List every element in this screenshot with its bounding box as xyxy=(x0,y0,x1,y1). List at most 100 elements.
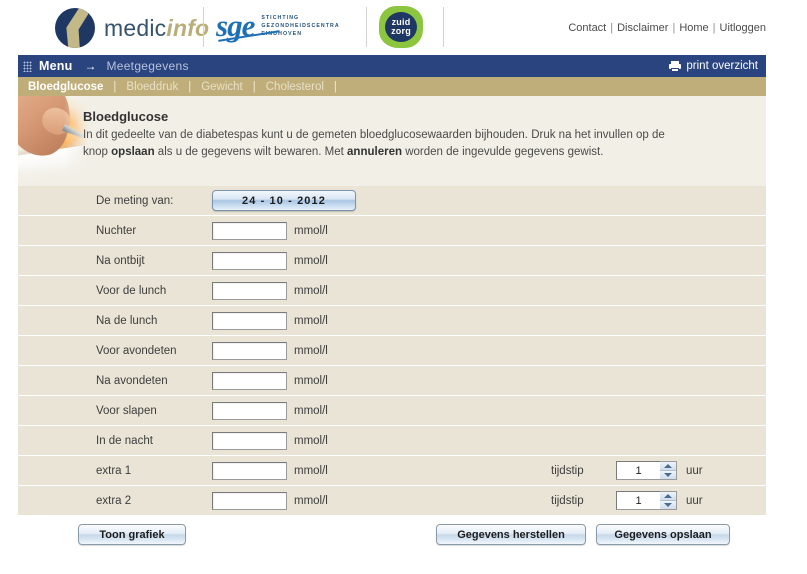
label-voor-de-lunch: Voor de lunch xyxy=(96,284,167,297)
header-link-contact[interactable]: Contact xyxy=(568,22,606,34)
menu-button[interactable]: Menu xyxy=(39,59,72,73)
measurement-rows: De meting van: 24 - 10 - 2012 Nuchter mm… xyxy=(18,186,766,516)
date-picker-button[interactable]: 24 - 10 - 2012 xyxy=(212,190,356,211)
tab-separator-4: | xyxy=(333,80,337,93)
field-voor-slapen xyxy=(212,401,287,420)
input-nuchter[interactable] xyxy=(212,222,287,240)
header-link-sep-1: | xyxy=(610,22,614,34)
unit-voor-slapen: mmol/l xyxy=(294,404,328,417)
stepper-tijdstip-extra-1 xyxy=(616,461,677,480)
input-tijdstip-extra-2[interactable] xyxy=(616,491,660,510)
unit-na-de-lunch: mmol/l xyxy=(294,314,328,327)
lancet-photo xyxy=(18,96,90,186)
label-in-de-nacht: In de nacht xyxy=(96,434,153,447)
input-na-de-lunch[interactable] xyxy=(212,312,287,330)
printer-icon xyxy=(669,60,682,72)
unit-na-avondeten: mmol/l xyxy=(294,374,328,387)
intro-text-part2: als u de gegevens wilt bewaren. Met xyxy=(154,145,348,158)
print-overview-label: print overzicht xyxy=(686,60,758,72)
print-overview-button[interactable]: print overzicht xyxy=(669,60,758,72)
stepper-up-extra-1[interactable] xyxy=(660,462,676,471)
stepper-up-extra-2[interactable] xyxy=(660,492,676,501)
field-extra-1 xyxy=(212,461,287,480)
field-na-avondeten xyxy=(212,371,287,390)
sge-subtitle: STICHTING GEZONDHEIDSCENTRA EINDHOVEN xyxy=(261,14,339,38)
input-na-avondeten[interactable] xyxy=(212,372,287,390)
tab-cholesterol[interactable]: Cholesterol xyxy=(256,81,334,93)
label-extra-2: extra 2 xyxy=(96,494,132,507)
row-voor-slapen: Voor slapen mmol/l xyxy=(18,396,766,426)
label-voor-avondeten: Voor avondeten xyxy=(96,344,177,357)
unit-voor-avondeten: mmol/l xyxy=(294,344,328,357)
field-voor-de-lunch xyxy=(212,281,287,300)
input-tijdstip-extra-1[interactable] xyxy=(616,461,660,480)
input-voor-slapen[interactable] xyxy=(212,402,287,420)
stepper-down-extra-2[interactable] xyxy=(660,501,676,509)
header-link-disclaimer[interactable]: Disclaimer xyxy=(617,22,668,34)
intro-panel: Bloedglucose In dit gedeelte van de diab… xyxy=(18,96,766,186)
row-nuchter: Nuchter mmol/l xyxy=(18,216,766,246)
header-link-home[interactable]: Home xyxy=(679,22,708,34)
row-de-meting-van: De meting van: 24 - 10 - 2012 xyxy=(18,186,766,216)
label-tijdstip-extra-2: tijdstip xyxy=(551,494,584,507)
input-in-de-nacht[interactable] xyxy=(212,432,287,450)
logo-divider-3 xyxy=(443,7,444,47)
logo-medicinfo[interactable]: medicinfo xyxy=(55,8,209,48)
row-na-de-lunch: Na de lunch mmol/l xyxy=(18,306,766,336)
sge-wordmark: sge xyxy=(216,8,255,43)
drag-grip-icon[interactable] xyxy=(23,60,32,72)
medicinfo-mark-icon xyxy=(55,8,95,48)
tab-bloedglucose[interactable]: Bloedglucose xyxy=(18,81,113,93)
form-actions: Toon grafiek Gegevens herstellen Gegeven… xyxy=(18,516,766,556)
application-page: medicinfo sge STICHTING GEZONDHEIDSCENTR… xyxy=(0,0,807,574)
show-graph-button[interactable]: Toon grafiek xyxy=(78,524,186,545)
content-area: Bloedglucose In dit gedeelte van de diab… xyxy=(18,96,766,558)
restore-data-button[interactable]: Gegevens herstellen xyxy=(436,524,586,545)
input-voor-avondeten[interactable] xyxy=(212,342,287,360)
logo-zuidzorg[interactable]: zuid zorg xyxy=(379,6,423,48)
label-tijdstip-extra-1: tijdstip xyxy=(551,464,584,477)
row-extra-1: extra 1 mmol/l tijdstip uur xyxy=(18,456,766,486)
input-na-ontbijt[interactable] xyxy=(212,252,287,270)
stepper-tijdstip-extra-2 xyxy=(616,491,677,510)
breadcrumb-meetgegevens[interactable]: Meetgegevens xyxy=(106,59,188,73)
label-nuchter: Nuchter xyxy=(96,224,137,237)
intro-bold-opslaan: opslaan xyxy=(111,145,155,158)
intro-description: In dit gedeelte van de diabetespas kunt … xyxy=(83,127,676,160)
input-extra-1[interactable] xyxy=(212,462,287,480)
input-extra-2[interactable] xyxy=(212,492,287,510)
page-title: Bloedglucose xyxy=(83,109,169,124)
stepper-down-extra-1[interactable] xyxy=(660,471,676,479)
header-links: Contact | Disclaimer | Home | Uitloggen xyxy=(568,22,766,34)
medicinfo-wordmark: medicinfo xyxy=(104,15,209,42)
logo-divider-1 xyxy=(203,7,204,47)
field-nuchter xyxy=(212,221,287,240)
medicinfo-word-main: medic xyxy=(104,14,167,41)
tab-bloeddruk[interactable]: Bloeddruk xyxy=(116,81,188,93)
header-link-sep-3: | xyxy=(712,22,716,34)
arrow-right-icon: → xyxy=(84,59,97,73)
stepper-buttons-extra-2 xyxy=(660,491,677,510)
tab-gewicht[interactable]: Gewicht xyxy=(191,81,253,93)
input-voor-de-lunch[interactable] xyxy=(212,282,287,300)
sge-subtitle-line1: STICHTING xyxy=(261,14,300,21)
row-extra-2: extra 2 mmol/l tijdstip uur xyxy=(18,486,766,516)
logo-sge[interactable]: sge STICHTING GEZONDHEIDSCENTRA EINDHOVE… xyxy=(216,10,340,41)
field-na-ontbijt xyxy=(212,251,287,270)
label-na-avondeten: Na avondeten xyxy=(96,374,168,387)
label-uur-extra-1: uur xyxy=(686,464,703,477)
intro-text: Bloedglucose In dit gedeelte van de diab… xyxy=(83,109,676,160)
zuidzorg-line2: zorg xyxy=(391,26,411,36)
header-link-uitloggen[interactable]: Uitloggen xyxy=(720,22,766,34)
save-data-button[interactable]: Gegevens opslaan xyxy=(596,524,730,545)
label-de-meting-van: De meting van: xyxy=(96,194,174,207)
unit-voor-de-lunch: mmol/l xyxy=(294,284,328,297)
unit-na-ontbijt: mmol/l xyxy=(294,254,328,267)
intro-bold-annuleren: annuleren xyxy=(347,145,402,158)
row-na-avondeten: Na avondeten mmol/l xyxy=(18,366,766,396)
chevron-up-icon xyxy=(664,494,672,498)
navigation-bar: Menu → Meetgegevens print overzicht xyxy=(18,55,766,77)
stepper-buttons-extra-1 xyxy=(660,461,677,480)
unit-extra-1: mmol/l xyxy=(294,464,328,477)
sge-subtitle-line2: GEZONDHEIDSCENTRA xyxy=(261,22,340,29)
